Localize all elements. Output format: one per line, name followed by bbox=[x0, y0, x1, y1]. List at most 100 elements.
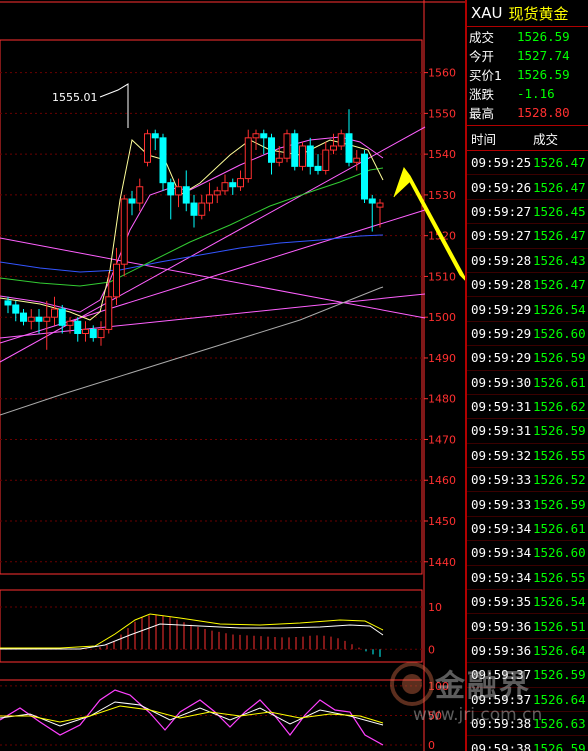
candle-up bbox=[376, 202, 384, 208]
tick-row: 09:59:25 1526.47 bbox=[467, 151, 588, 176]
tick-row: 09:59:29 1526.54 bbox=[467, 297, 588, 322]
quote-label: 今开 bbox=[469, 49, 495, 64]
tick-row: 09:59:31 1526.62 bbox=[467, 395, 588, 420]
y-tick-label: 1560 bbox=[428, 67, 456, 80]
candle-down bbox=[151, 133, 159, 139]
tick-price: 1526.54 bbox=[533, 301, 586, 317]
tick-time: 09:59:29 bbox=[471, 325, 532, 341]
tick-price: 1526.59 bbox=[533, 667, 586, 683]
tick-row: 09:59:36 1526.64 bbox=[467, 639, 588, 664]
tick-time: 09:59:25 bbox=[471, 155, 532, 171]
candle-up bbox=[237, 178, 244, 188]
tick-price: 1526.51 bbox=[533, 618, 586, 634]
candle-up bbox=[353, 157, 361, 163]
quote-value: 1527.74 bbox=[517, 48, 570, 63]
tick-row: 09:59:27 1526.47 bbox=[467, 224, 588, 249]
candle-up bbox=[66, 320, 74, 326]
candle-down bbox=[361, 153, 368, 200]
tick-time: 09:59:31 bbox=[471, 423, 532, 439]
tick-list[interactable]: 09:59:25 1526.47 09:59:26 1526.47 09:59:27 15… bbox=[467, 151, 588, 751]
candle-up bbox=[105, 296, 113, 330]
y-tick-label: 0 bbox=[428, 739, 435, 751]
ma-green-line bbox=[0, 167, 384, 287]
tick-time: 09:59:36 bbox=[471, 618, 532, 634]
tick-row: 09:59:34 1526.61 bbox=[467, 517, 588, 542]
candle-up bbox=[198, 202, 206, 216]
screen: 1560155015401530152015101500149014801470… bbox=[0, 0, 588, 751]
candle-up bbox=[337, 133, 345, 147]
tick-time: 09:59:33 bbox=[471, 496, 532, 512]
y-tick-label: 1500 bbox=[428, 311, 456, 324]
kline-chart[interactable]: 1560155015401530152015101500149014801470… bbox=[0, 0, 465, 751]
tick-row: 09:59:33 1526.52 bbox=[467, 468, 588, 493]
candle-up bbox=[221, 182, 229, 192]
tick-price: 1526.47 bbox=[533, 228, 586, 244]
tick-time: 09:59:36 bbox=[471, 643, 532, 658]
tick-price: 1526.59 bbox=[533, 740, 586, 751]
tick-price: 1526.52 bbox=[533, 472, 586, 488]
tick-row: 09:59:26 1526.47 bbox=[467, 175, 588, 200]
candle-down bbox=[190, 202, 198, 216]
kdj-d-line bbox=[0, 705, 384, 724]
tick-price: 1526.61 bbox=[533, 374, 586, 390]
tick-list-header: 时间 成交 bbox=[467, 126, 588, 151]
tick-row: 09:59:37 1526.64 bbox=[467, 688, 588, 712]
high-pointer-line bbox=[99, 83, 129, 128]
tick-row: 09:59:37 1526.59 bbox=[467, 663, 588, 688]
quote-row: 买价1 1526.59 bbox=[467, 65, 588, 84]
y-tick-label: 10 bbox=[428, 601, 442, 614]
tick-time: 09:59:35 bbox=[471, 594, 532, 610]
tick-time: 09:59:38 bbox=[471, 716, 532, 732]
tick-price: 1526.59 bbox=[533, 496, 586, 512]
tick-time: 09:59:31 bbox=[471, 399, 532, 415]
tick-time: 09:59:30 bbox=[471, 374, 532, 390]
tick-time: 09:59:33 bbox=[471, 472, 532, 488]
tick-price: 1526.63 bbox=[533, 716, 586, 732]
tick-time: 09:59:34 bbox=[471, 569, 532, 585]
tick-row: 09:59:31 1526.59 bbox=[467, 419, 588, 444]
quote-label: 买价1 bbox=[469, 68, 502, 83]
candle-down bbox=[58, 308, 66, 326]
y-tick-label: 0 bbox=[428, 643, 435, 656]
y-tick-label: 1450 bbox=[428, 515, 456, 528]
candle-up bbox=[252, 133, 260, 139]
tick-row: 09:59:28 1526.47 bbox=[467, 273, 588, 298]
tick-price: 1526.59 bbox=[533, 423, 586, 439]
quote-label: 涨跌 bbox=[469, 87, 495, 102]
y-tick-label: 50 bbox=[428, 709, 442, 722]
tick-row: 09:59:36 1526.51 bbox=[467, 614, 588, 639]
y-tick-label: 1540 bbox=[428, 148, 456, 161]
y-tick-label: 1470 bbox=[428, 433, 456, 446]
macd-pane-border bbox=[0, 589, 423, 663]
tick-time: 09:59:37 bbox=[471, 691, 532, 707]
tick-row: 09:59:29 1526.59 bbox=[467, 346, 588, 371]
tick-price: 1526.47 bbox=[533, 179, 586, 195]
kline-chart-area[interactable]: 1560155015401530152015101500149014801470… bbox=[0, 0, 465, 751]
quote-value: -1.16 bbox=[517, 86, 555, 101]
candle-down bbox=[35, 316, 43, 322]
tick-row: 09:59:27 1526.45 bbox=[467, 200, 588, 225]
tick-time: 09:59:27 bbox=[471, 228, 532, 244]
candle-down bbox=[368, 198, 376, 204]
tick-price: 1526.55 bbox=[533, 569, 586, 585]
y-tick-label: 1530 bbox=[428, 189, 456, 202]
candle-down bbox=[20, 312, 27, 322]
tick-row: 09:59:38 1526.63 bbox=[467, 712, 588, 737]
tick-row: 09:59:33 1526.59 bbox=[467, 492, 588, 517]
candle-up bbox=[82, 328, 89, 334]
ma-blue-line bbox=[0, 234, 384, 273]
tick-time: 09:59:37 bbox=[471, 667, 532, 683]
trendline-falling bbox=[0, 237, 426, 319]
tick-header-price: 成交 bbox=[533, 131, 559, 147]
candle-down bbox=[182, 186, 190, 204]
high-annotation: 1555.01 bbox=[52, 91, 98, 104]
tick-price: 1526.62 bbox=[533, 399, 586, 415]
tick-time: 09:59:28 bbox=[471, 277, 532, 293]
tick-header-time: 时间 bbox=[471, 131, 497, 147]
candle-up bbox=[322, 149, 330, 171]
candle-down bbox=[12, 304, 20, 314]
kdj-j-line bbox=[0, 689, 384, 746]
quote-row: 成交 1526.59 bbox=[467, 27, 588, 46]
tick-price: 1526.61 bbox=[533, 521, 586, 537]
tick-price: 1526.47 bbox=[533, 155, 586, 171]
